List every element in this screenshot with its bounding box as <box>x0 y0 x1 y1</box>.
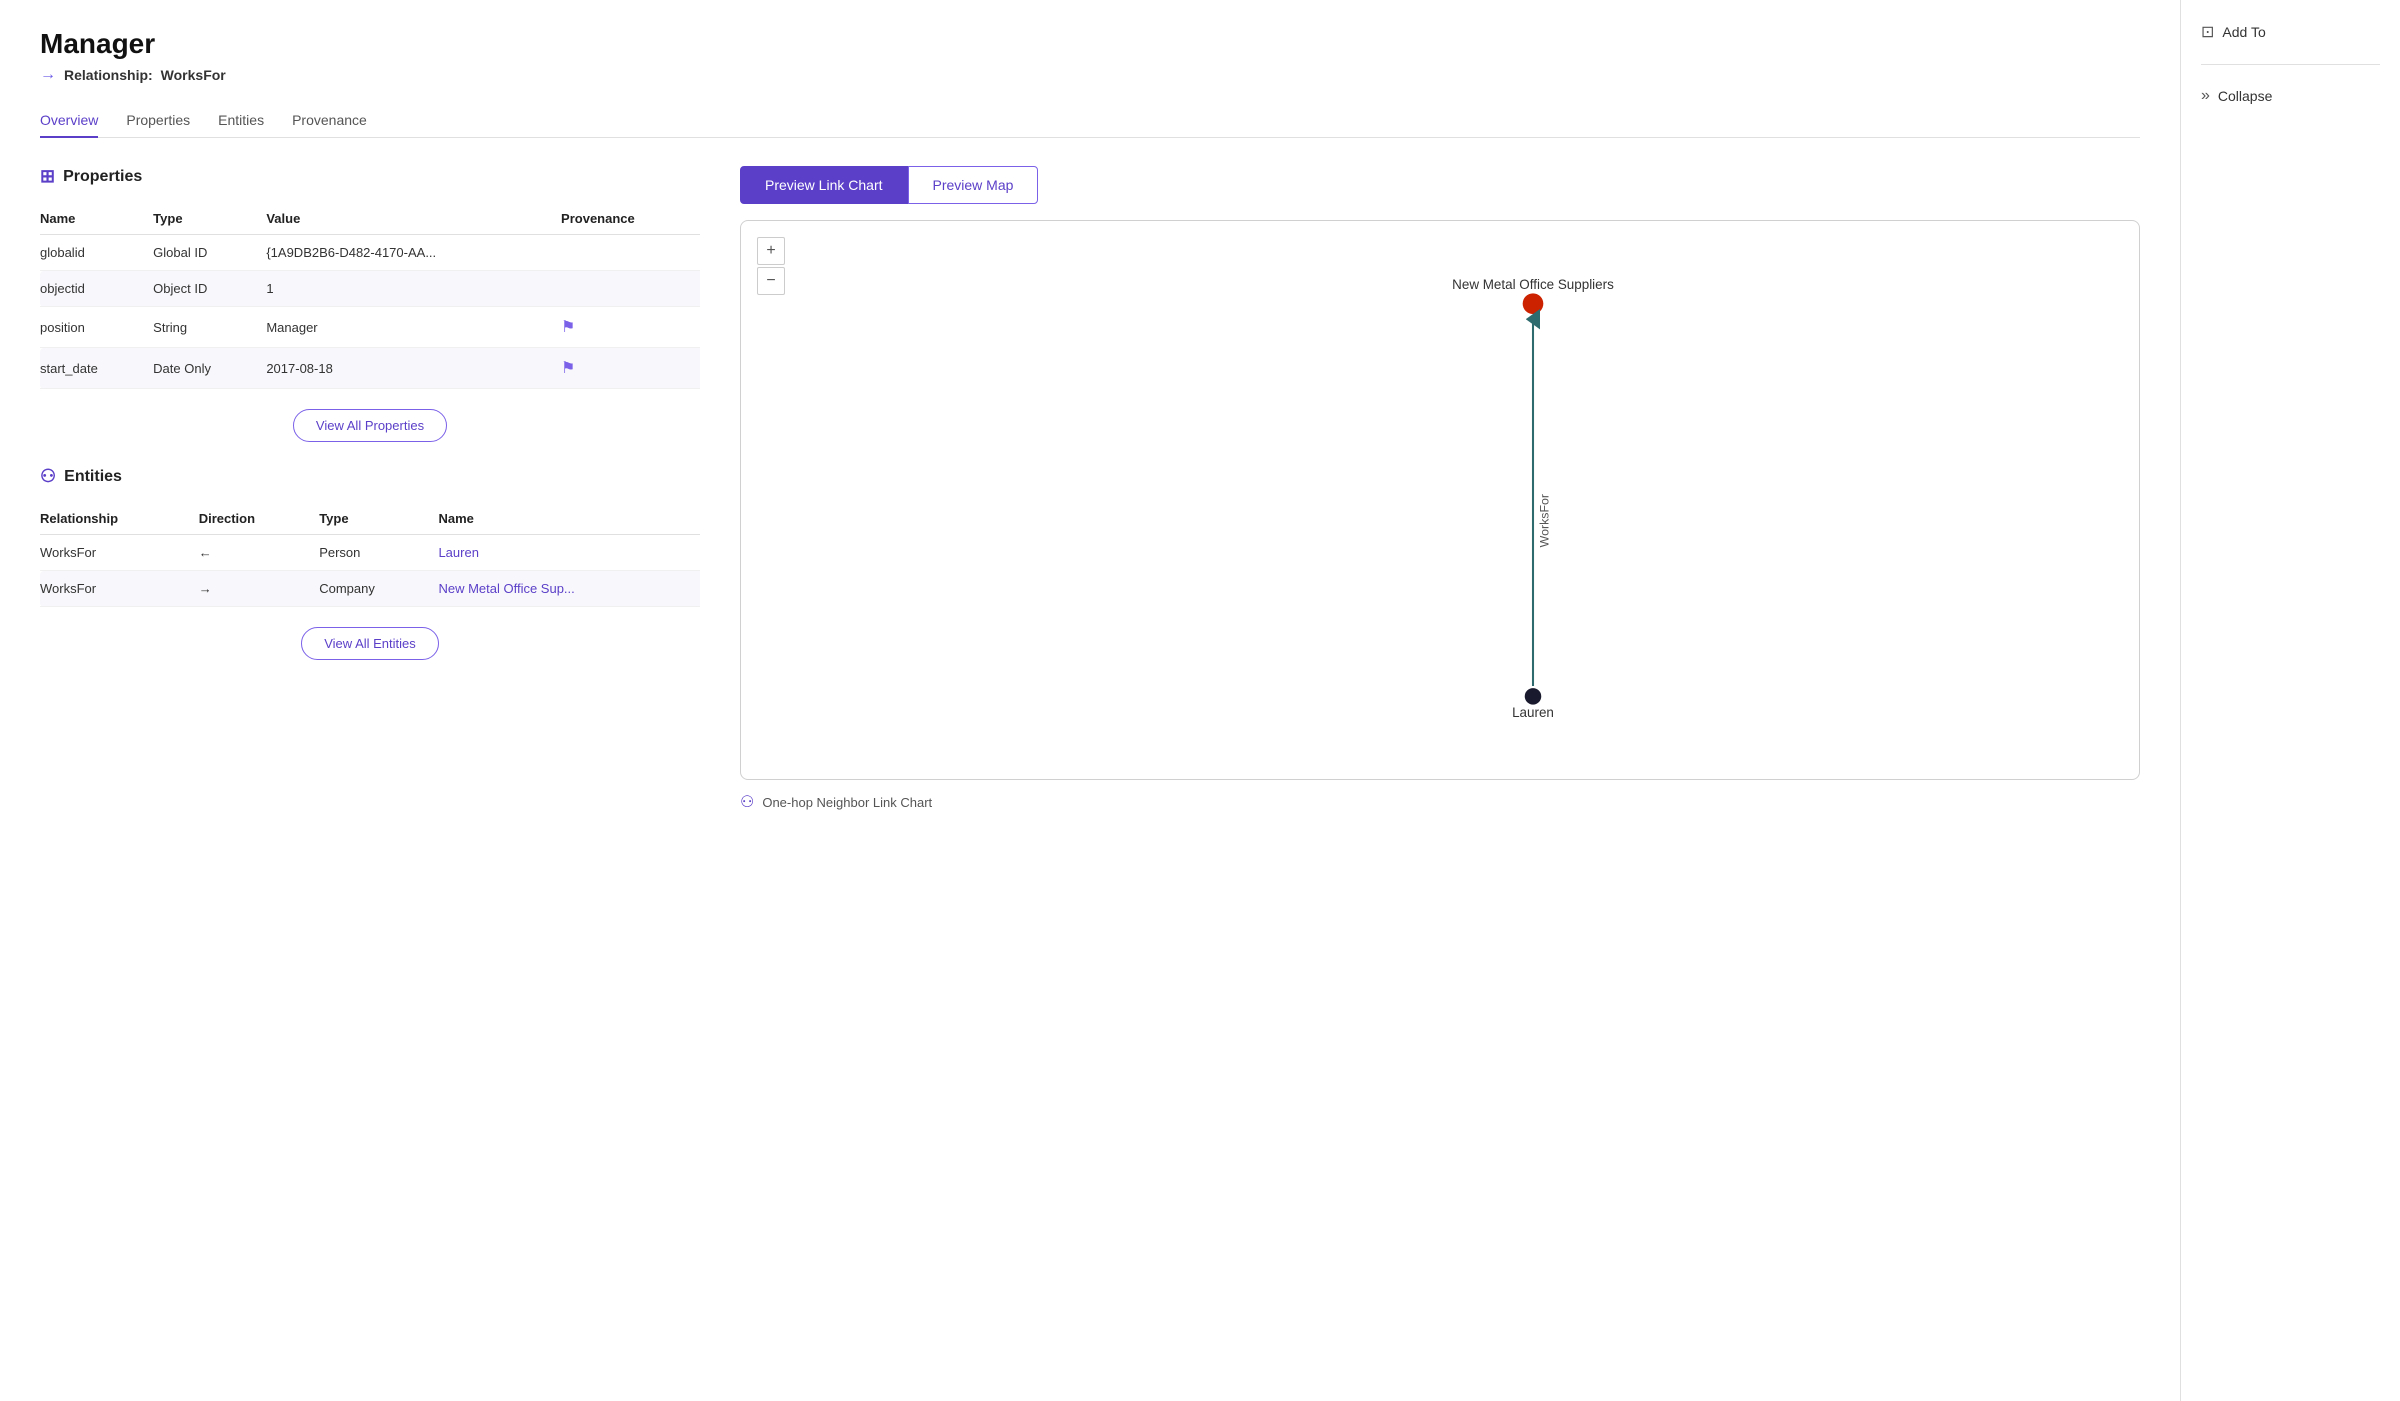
collapse-button[interactable]: » Collapse <box>2201 81 2380 111</box>
ent-col-relationship: Relationship <box>40 503 199 535</box>
col-name: Name <box>40 203 153 235</box>
sidebar-panel: ⊡ Add To » Collapse <box>2180 0 2400 1401</box>
node-company-label: New Metal Office Suppliers <box>1452 277 1614 292</box>
view-all-properties-button[interactable]: View All Properties <box>293 409 447 442</box>
chart-container: + − New Metal Office Suppliers Lauren <box>740 220 2140 780</box>
ent-direction: ← <box>199 535 320 571</box>
link-chart-svg: New Metal Office Suppliers Lauren W <box>741 221 2139 779</box>
ent-col-name: Name <box>438 503 700 535</box>
entities-title: Entities <box>64 468 122 486</box>
prop-name: objectid <box>40 271 153 307</box>
entities-row: WorksFor → Company New Metal Office Sup.… <box>40 571 700 607</box>
tab-properties[interactable]: Properties <box>126 104 190 138</box>
prop-provenance <box>561 235 700 271</box>
tab-provenance[interactable]: Provenance <box>292 104 367 138</box>
add-to-button[interactable]: ⊡ Add To <box>2201 16 2380 48</box>
prop-type: String <box>153 307 266 348</box>
ent-type: Company <box>319 571 438 607</box>
prop-name: globalid <box>40 235 153 271</box>
caption-icon: ⚇ <box>740 792 754 812</box>
properties-row: globalid Global ID {1A9DB2B6-D482-4170-A… <box>40 235 700 271</box>
ent-direction: → <box>199 571 320 607</box>
zoom-controls: + − <box>757 237 785 295</box>
relationship-value: WorksFor <box>161 67 226 83</box>
chart-caption: ⚇ One-hop Neighbor Link Chart <box>740 792 2140 812</box>
node-person-label: Lauren <box>1512 705 1554 720</box>
properties-table: Name Type Value Provenance globalid Glob… <box>40 203 700 389</box>
page-title: Manager <box>40 28 2140 60</box>
relationship-key: Relationship: <box>64 67 153 83</box>
tab-entities[interactable]: Entities <box>218 104 264 138</box>
prop-type: Date Only <box>153 348 266 389</box>
col-value: Value <box>266 203 561 235</box>
prop-type: Global ID <box>153 235 266 271</box>
edge-label: WorksFor <box>1538 494 1552 547</box>
relationship-label: → Relationship: WorksFor <box>40 66 2140 84</box>
ent-type: Person <box>319 535 438 571</box>
col-type: Type <box>153 203 266 235</box>
zoom-out-button[interactable]: − <box>757 267 785 295</box>
properties-row: objectid Object ID 1 <box>40 271 700 307</box>
entities-icon: ⚇ <box>40 466 56 487</box>
node-company[interactable] <box>1523 293 1544 314</box>
view-all-entities-button[interactable]: View All Entities <box>301 627 439 660</box>
properties-icon: ⊞ <box>40 166 55 187</box>
entities-row: WorksFor ← Person Lauren <box>40 535 700 571</box>
ent-name[interactable]: New Metal Office Sup... <box>438 571 700 607</box>
node-person[interactable] <box>1525 688 1542 705</box>
provenance-icon[interactable]: ⚑ <box>561 360 575 377</box>
prop-value: 2017-08-18 <box>266 348 561 389</box>
sidebar-divider <box>2201 64 2380 65</box>
add-to-label: Add To <box>2222 24 2265 40</box>
provenance-icon[interactable]: ⚑ <box>561 319 575 336</box>
prop-provenance <box>561 271 700 307</box>
caption-text: One-hop Neighbor Link Chart <box>762 795 932 810</box>
properties-row: start_date Date Only 2017-08-18 ⚑ <box>40 348 700 389</box>
prop-value: 1 <box>266 271 561 307</box>
properties-row: position String Manager ⚑ <box>40 307 700 348</box>
add-to-icon: ⊡ <box>2201 22 2214 42</box>
prop-value: Manager <box>266 307 561 348</box>
ent-col-type: Type <box>319 503 438 535</box>
ent-name[interactable]: Lauren <box>438 535 700 571</box>
prop-type: Object ID <box>153 271 266 307</box>
collapse-label: Collapse <box>2218 88 2272 104</box>
entities-section-header: ⚇ Entities <box>40 466 700 487</box>
main-tabs: Overview Properties Entities Provenance <box>40 104 2140 138</box>
ent-col-direction: Direction <box>199 503 320 535</box>
properties-section-header: ⊞ Properties <box>40 166 700 187</box>
col-provenance: Provenance <box>561 203 700 235</box>
prop-name: position <box>40 307 153 348</box>
prop-name: start_date <box>40 348 153 389</box>
preview-tabs: Preview Link Chart Preview Map <box>740 166 2140 204</box>
prop-value: {1A9DB2B6-D482-4170-AA... <box>266 235 561 271</box>
entities-table: Relationship Direction Type Name WorksFo… <box>40 503 700 607</box>
prop-provenance: ⚑ <box>561 348 700 389</box>
properties-title: Properties <box>63 168 142 186</box>
zoom-in-button[interactable]: + <box>757 237 785 265</box>
prop-provenance: ⚑ <box>561 307 700 348</box>
preview-link-chart-tab[interactable]: Preview Link Chart <box>740 166 908 204</box>
preview-map-tab[interactable]: Preview Map <box>908 166 1039 204</box>
ent-relationship: WorksFor <box>40 571 199 607</box>
collapse-icon: » <box>2201 87 2210 105</box>
tab-overview[interactable]: Overview <box>40 104 98 138</box>
ent-relationship: WorksFor <box>40 535 199 571</box>
relationship-arrow-icon: → <box>40 66 56 84</box>
